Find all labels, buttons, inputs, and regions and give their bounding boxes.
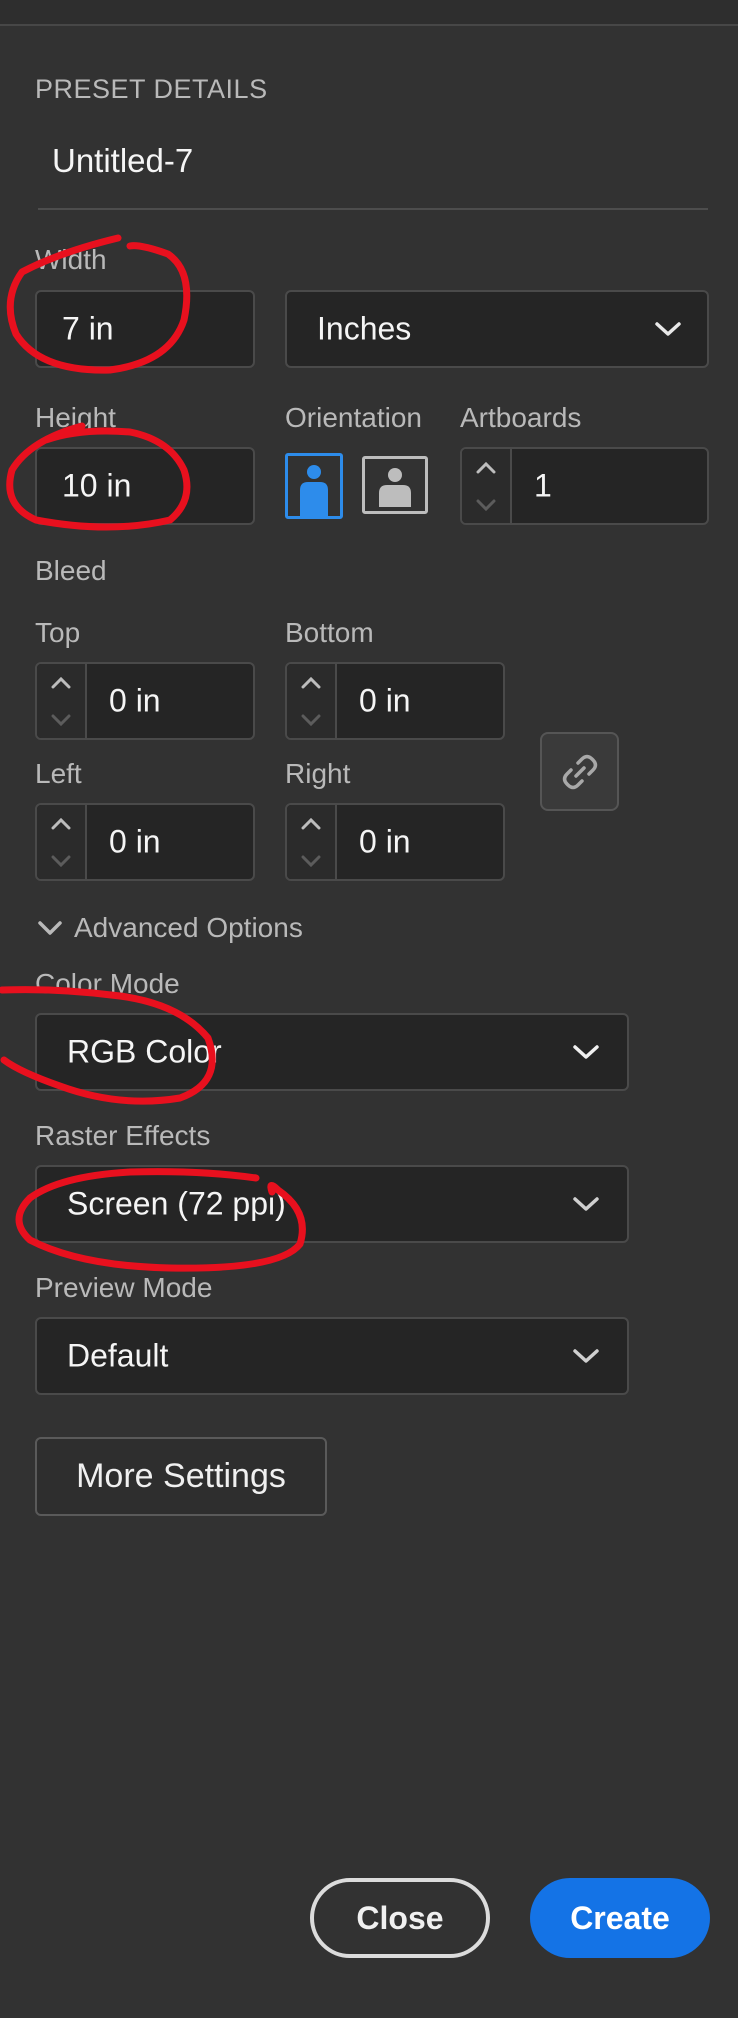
chevron-down-icon [38, 921, 62, 935]
bleed-top-label: Top [35, 617, 81, 648]
preview-mode-label: Preview Mode [35, 1272, 213, 1303]
chevron-down-icon[interactable] [287, 701, 335, 738]
width-input[interactable]: 7 in [35, 290, 255, 368]
bleed-right-input[interactable]: 0 in [285, 803, 505, 881]
color-mode-value: RGB Color [67, 1033, 222, 1070]
link-icon [562, 754, 597, 789]
chevron-down-icon[interactable] [287, 842, 335, 879]
bleed-top-input[interactable]: 0 in [35, 662, 255, 740]
preview-mode-dropdown[interactable]: Default [35, 1317, 629, 1395]
bleed-left-label: Left [35, 758, 82, 789]
chevron-down-icon[interactable] [37, 842, 85, 879]
bleed-label: Bleed [35, 555, 107, 586]
chevron-up-icon[interactable] [462, 449, 510, 486]
preset-name-field[interactable]: Untitled-7 [52, 142, 193, 180]
chevron-up-icon[interactable] [287, 664, 335, 701]
bleed-right-value: 0 in [359, 823, 411, 860]
bleed-right-stepper[interactable] [287, 805, 337, 879]
close-button[interactable]: Close [310, 1878, 490, 1958]
bleed-bottom-stepper[interactable] [287, 664, 337, 738]
chevron-up-icon[interactable] [37, 805, 85, 842]
artboards-label: Artboards [460, 402, 582, 433]
bleed-left-stepper[interactable] [37, 805, 87, 879]
more-settings-button[interactable]: More Settings [35, 1437, 327, 1516]
bleed-top-stepper[interactable] [37, 664, 87, 738]
advanced-options-toggle[interactable]: Advanced Options [38, 912, 303, 944]
bleed-left-input[interactable]: 0 in [35, 803, 255, 881]
orientation-label: Orientation [285, 402, 422, 433]
width-label: Width [35, 244, 107, 275]
orientation-landscape-button[interactable] [362, 456, 428, 514]
chevron-down-icon [655, 322, 681, 336]
artboards-stepper[interactable] [462, 449, 512, 523]
height-value: 10 in [62, 467, 132, 504]
bleed-right-label: Right [285, 758, 351, 789]
chevron-down-icon [573, 1349, 599, 1363]
link-bleed-button[interactable] [540, 732, 619, 811]
color-mode-label: Color Mode [35, 968, 180, 999]
bleed-bottom-label: Bottom [285, 617, 374, 648]
color-mode-dropdown[interactable]: RGB Color [35, 1013, 629, 1091]
chevron-down-icon[interactable] [37, 701, 85, 738]
artboards-value: 1 [534, 467, 552, 504]
chevron-down-icon [573, 1197, 599, 1211]
units-dropdown[interactable]: Inches [285, 290, 709, 368]
landscape-icon [379, 468, 411, 507]
raster-effects-value: Screen (72 ppi) [67, 1185, 286, 1222]
chevron-up-icon[interactable] [287, 805, 335, 842]
artboards-input[interactable]: 1 [460, 447, 709, 525]
bleed-bottom-input[interactable]: 0 in [285, 662, 505, 740]
divider [38, 208, 708, 210]
raster-effects-dropdown[interactable]: Screen (72 ppi) [35, 1165, 629, 1243]
units-value: Inches [317, 310, 412, 347]
preview-mode-value: Default [67, 1337, 169, 1374]
portrait-icon [300, 465, 328, 516]
create-button[interactable]: Create [530, 1878, 710, 1958]
chevron-up-icon[interactable] [37, 664, 85, 701]
height-label: Height [35, 402, 116, 433]
chevron-down-icon [573, 1045, 599, 1059]
raster-effects-label: Raster Effects [35, 1120, 211, 1151]
bleed-left-value: 0 in [109, 823, 161, 860]
advanced-options-label: Advanced Options [74, 912, 303, 943]
top-bar [0, 0, 738, 26]
width-value: 7 in [62, 310, 114, 347]
height-input[interactable]: 10 in [35, 447, 255, 525]
bleed-bottom-value: 0 in [359, 682, 411, 719]
orientation-portrait-button[interactable] [285, 453, 343, 519]
bleed-top-value: 0 in [109, 682, 161, 719]
chevron-down-icon[interactable] [462, 486, 510, 523]
preset-details-heading: PRESET DETAILS [35, 74, 268, 104]
